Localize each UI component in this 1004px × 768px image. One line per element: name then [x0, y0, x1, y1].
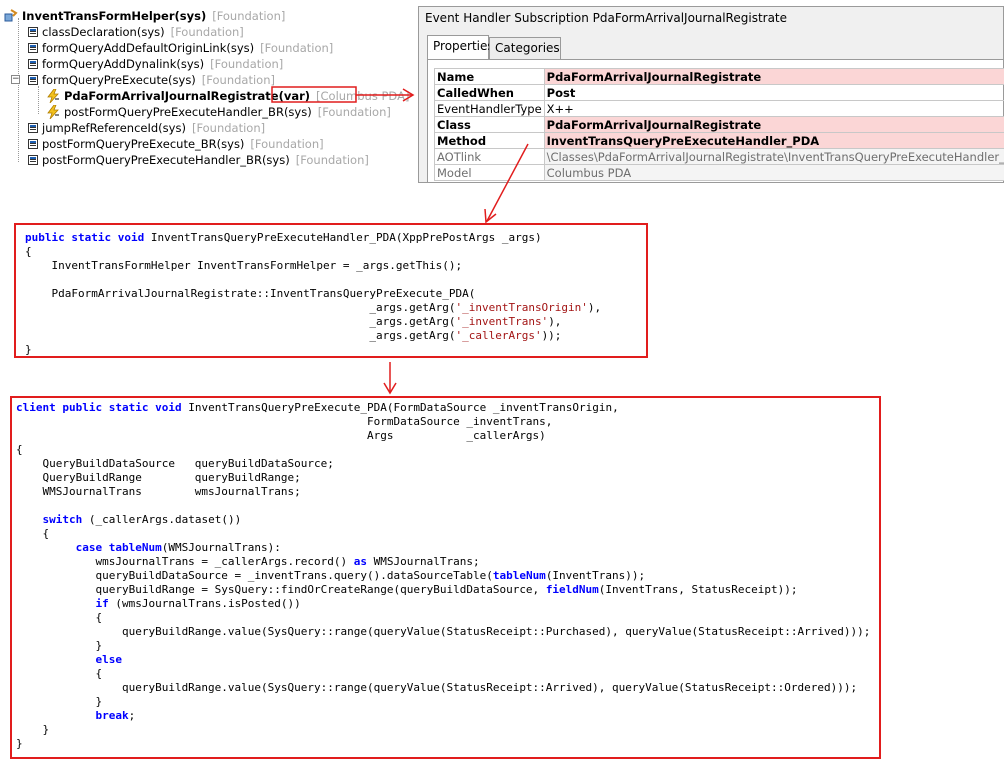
annotation-arrows	[271, 86, 529, 395]
layer-highlight-box	[271, 86, 357, 103]
arrow-to-handler-code	[486, 143, 529, 222]
